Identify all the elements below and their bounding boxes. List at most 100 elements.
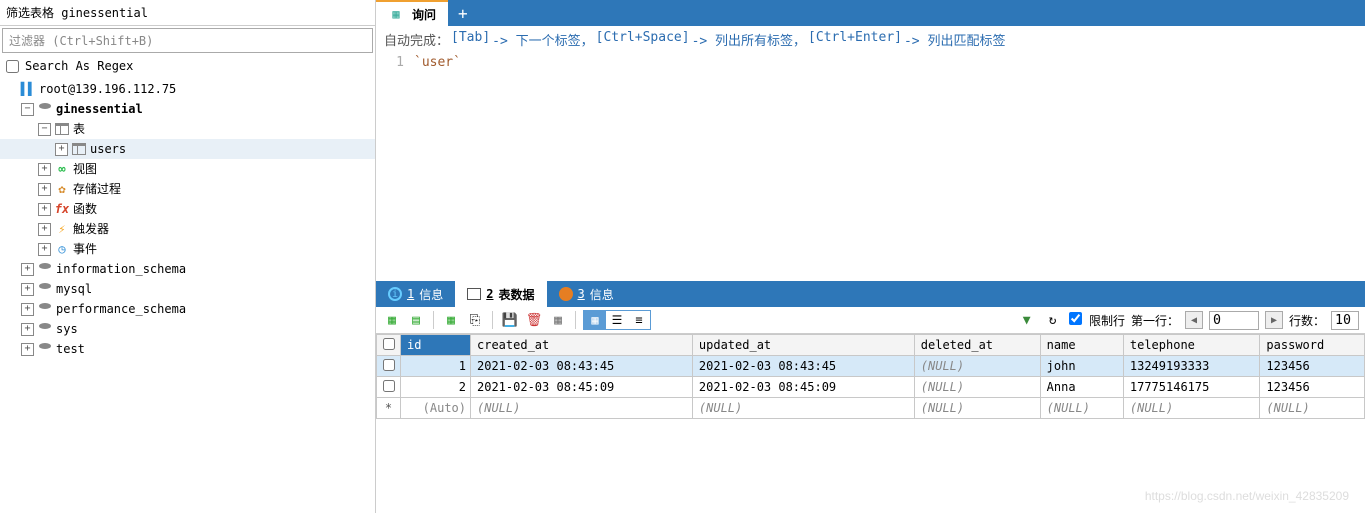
db-node[interactable]: +test (0, 339, 375, 359)
expand-icon[interactable]: + (38, 243, 51, 256)
collapse-icon[interactable]: − (38, 123, 51, 136)
views-folder[interactable]: + ∞ 视图 (0, 159, 375, 179)
cell[interactable]: 17775146175 (1123, 377, 1260, 398)
db-node[interactable]: +information_schema (0, 259, 375, 279)
row-checkbox-cell[interactable] (377, 377, 401, 398)
expand-icon[interactable]: + (21, 323, 34, 336)
cell[interactable]: 1 (401, 356, 471, 377)
query-tab[interactable]: ▦ 询问 (376, 0, 448, 26)
tab-info-3[interactable]: 3 信息 (547, 281, 626, 307)
dup-row-button[interactable]: ▦ (441, 310, 461, 330)
tab-info-1[interactable]: i 1 信息 (376, 281, 455, 307)
db-node[interactable]: +sys (0, 319, 375, 339)
cancel-button[interactable]: ▦ (548, 310, 568, 330)
server-node[interactable]: ▌▌ root@139.196.112.75 (0, 79, 375, 99)
regex-label: Search As Regex (25, 59, 133, 73)
cell[interactable]: john (1040, 356, 1123, 377)
expand-icon[interactable]: + (38, 223, 51, 236)
cell[interactable]: (NULL) (1040, 398, 1123, 419)
expand-icon[interactable]: + (21, 263, 34, 276)
table-row[interactable]: 12021-02-03 08:43:452021-02-03 08:43:45(… (377, 356, 1365, 377)
cell[interactable]: (NULL) (1260, 398, 1365, 419)
cell[interactable]: (NULL) (914, 356, 1040, 377)
db-node[interactable]: +mysql (0, 279, 375, 299)
cell[interactable]: 123456 (1260, 356, 1365, 377)
row-checkbox[interactable] (383, 359, 395, 371)
cell[interactable]: 2021-02-03 08:43:45 (471, 356, 693, 377)
column-header[interactable]: id (401, 335, 471, 356)
data-grid[interactable]: idcreated_atupdated_atdeleted_atnametele… (376, 334, 1365, 419)
row-checkbox[interactable] (383, 380, 395, 392)
funcs-folder[interactable]: + fx 函数 (0, 199, 375, 219)
filter-input[interactable]: 过滤器 (Ctrl+Shift+B) (2, 28, 373, 53)
regex-checkbox-row[interactable]: Search As Regex (0, 55, 375, 77)
table-item-users[interactable]: + users (0, 139, 375, 159)
limit-checkbox-label[interactable]: 限制行 (1069, 312, 1125, 329)
cell[interactable]: (NULL) (1123, 398, 1260, 419)
procs-folder[interactable]: + ✿ 存储过程 (0, 179, 375, 199)
form-view-button[interactable]: ☰ (606, 311, 628, 329)
expand-icon[interactable]: + (55, 143, 68, 156)
top-tabbar: ▦ 询问 + (376, 0, 1365, 26)
prev-page-button[interactable]: ◀ (1185, 311, 1203, 329)
sql-editor[interactable]: 1 `user` (376, 53, 1365, 281)
tab-table-data[interactable]: 2 表数据 (455, 281, 546, 307)
cell[interactable]: 2 (401, 377, 471, 398)
expand-icon[interactable]: + (38, 203, 51, 216)
cell[interactable]: (NULL) (692, 398, 914, 419)
trigs-folder[interactable]: + ⚡ 触发器 (0, 219, 375, 239)
expand-icon[interactable]: + (21, 283, 34, 296)
regex-checkbox[interactable] (6, 60, 19, 73)
sql-code[interactable]: `user` (414, 55, 461, 279)
next-page-button[interactable]: ▶ (1265, 311, 1283, 329)
ac-cs-action: -> 列出所有标签， (692, 30, 806, 49)
grid-view-button[interactable]: ▦ (584, 311, 606, 329)
expand-icon[interactable]: + (38, 183, 51, 196)
copy-button[interactable]: ⎘ (465, 310, 485, 330)
insert-row-button[interactable]: ▤ (406, 310, 426, 330)
toolbar-right: ▼ ↻ 限制行 第一行： ◀ ▶ 行数： (1017, 310, 1359, 330)
cell[interactable]: 2021-02-03 08:43:45 (692, 356, 914, 377)
text-view-button[interactable]: ≡ (628, 311, 650, 329)
cell[interactable]: (NULL) (914, 377, 1040, 398)
column-header[interactable]: telephone (1123, 335, 1260, 356)
events-folder[interactable]: + ◷ 事件 (0, 239, 375, 259)
add-row-button[interactable]: ▦ (382, 310, 402, 330)
column-header[interactable]: deleted_at (914, 335, 1040, 356)
select-all-header[interactable] (377, 335, 401, 356)
collapse-icon[interactable]: − (21, 103, 34, 116)
rows-input[interactable] (1331, 311, 1359, 330)
db-node-active[interactable]: − ginessential (0, 99, 375, 119)
save-button[interactable]: 💾 (500, 310, 520, 330)
server-icon: ▌▌ (20, 81, 36, 97)
cell[interactable]: Anna (1040, 377, 1123, 398)
column-header[interactable]: updated_at (692, 335, 914, 356)
cell[interactable]: (NULL) (471, 398, 693, 419)
delete-row-button[interactable]: 🗑 (524, 310, 544, 330)
cell[interactable]: 2021-02-03 08:45:09 (471, 377, 693, 398)
expand-icon[interactable]: + (21, 303, 34, 316)
first-row-input[interactable] (1209, 311, 1259, 330)
table-row[interactable]: 22021-02-03 08:45:092021-02-03 08:45:09(… (377, 377, 1365, 398)
new-row[interactable]: *(Auto)(NULL)(NULL)(NULL)(NULL)(NULL)(NU… (377, 398, 1365, 419)
column-header[interactable]: name (1040, 335, 1123, 356)
cell[interactable]: (NULL) (914, 398, 1040, 419)
cell[interactable]: 13249193333 (1123, 356, 1260, 377)
database-icon (37, 321, 53, 337)
add-tab-button[interactable]: + (448, 0, 478, 26)
row-checkbox-cell[interactable] (377, 356, 401, 377)
db-node[interactable]: +performance_schema (0, 299, 375, 319)
filter-button[interactable]: ▼ (1017, 310, 1037, 330)
cell[interactable]: 123456 (1260, 377, 1365, 398)
cell[interactable]: 2021-02-03 08:45:09 (692, 377, 914, 398)
tables-folder[interactable]: − 表 (0, 119, 375, 139)
limit-rows-checkbox[interactable] (1069, 312, 1082, 325)
view-icon: ∞ (54, 161, 70, 177)
column-header[interactable]: created_at (471, 335, 693, 356)
cell[interactable]: (Auto) (401, 398, 471, 419)
refresh-button[interactable]: ↻ (1043, 310, 1063, 330)
expand-icon[interactable]: + (21, 343, 34, 356)
select-all-checkbox[interactable] (383, 338, 395, 350)
expand-icon[interactable]: + (38, 163, 51, 176)
column-header[interactable]: password (1260, 335, 1365, 356)
